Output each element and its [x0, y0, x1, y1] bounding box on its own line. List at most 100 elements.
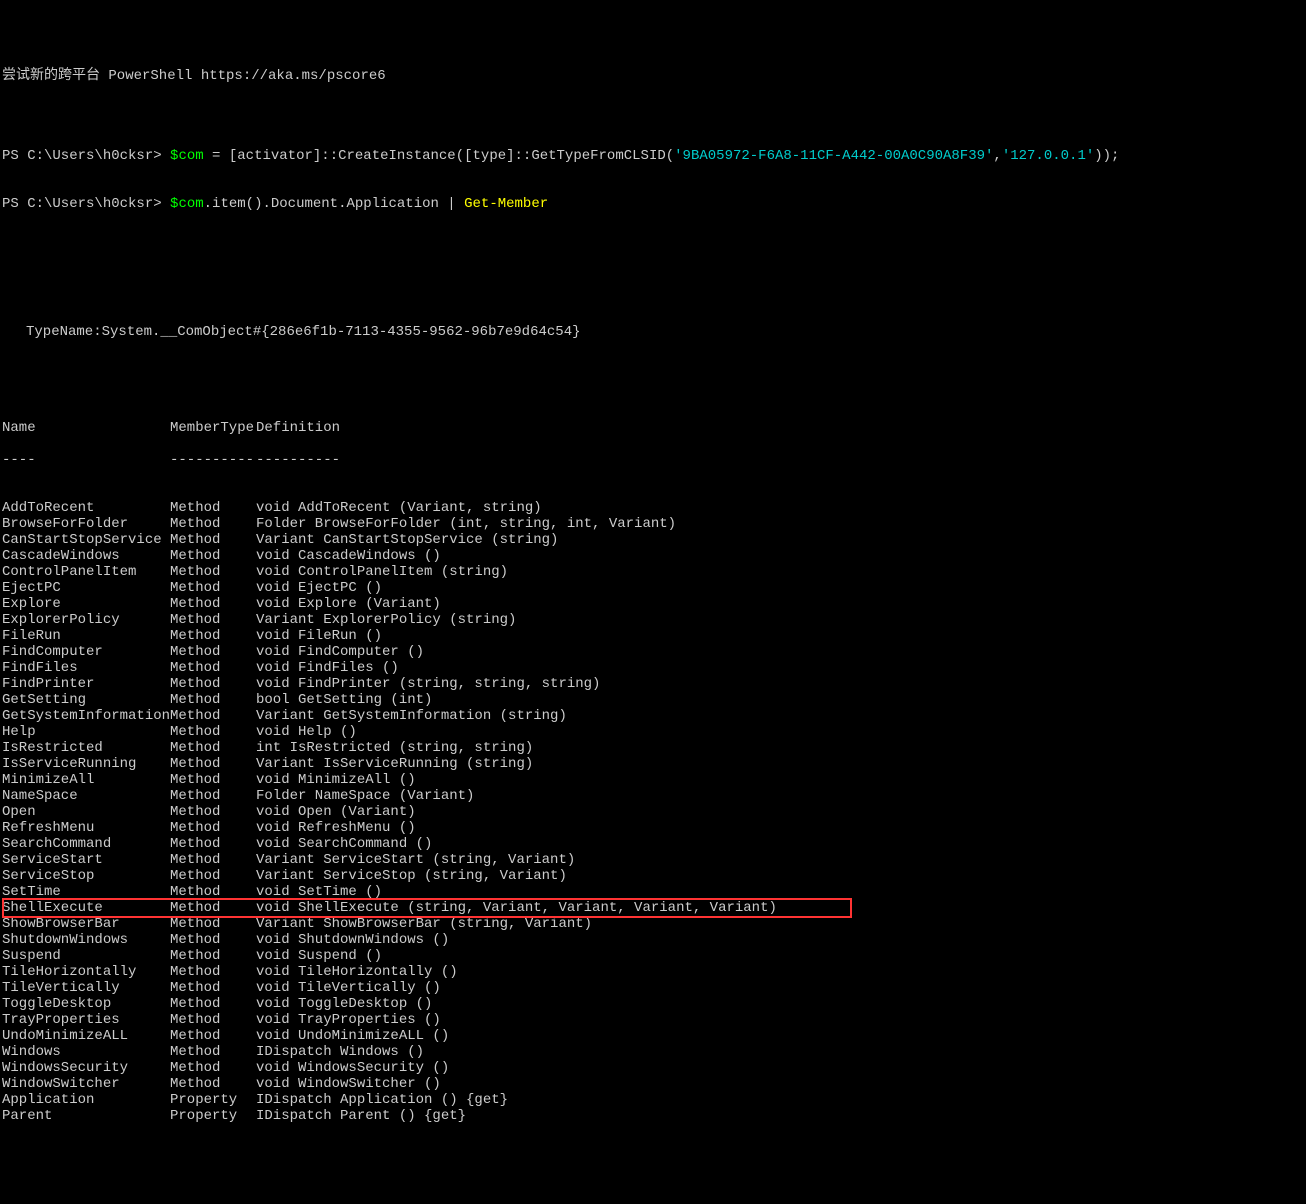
member-definition: Variant GetSystemInformation (string) [256, 708, 567, 724]
table-row: MinimizeAllMethodvoid MinimizeAll () [2, 772, 1304, 788]
member-definition: void Help () [256, 724, 357, 740]
member-name: GetSystemInformation [2, 708, 170, 724]
table-row: IsServiceRunningMethodVariant IsServiceR… [2, 756, 1304, 772]
table-row: UndoMinimizeALLMethodvoid UndoMinimizeAL… [2, 1028, 1304, 1044]
member-name: Suspend [2, 948, 170, 964]
table-row: CanStartStopServiceMethodVariant CanStar… [2, 532, 1304, 548]
member-definition: Variant ServiceStart (string, Variant) [256, 852, 575, 868]
member-name: Explore [2, 596, 170, 612]
dash-type: ---------- [170, 452, 256, 468]
member-definition: void ShutdownWindows () [256, 932, 449, 948]
member-type: Method [170, 516, 256, 532]
table-row: OpenMethodvoid Open (Variant) [2, 804, 1304, 820]
member-type: Method [170, 740, 256, 756]
member-type: Method [170, 612, 256, 628]
member-name: CanStartStopService [2, 532, 170, 548]
member-type: Method [170, 628, 256, 644]
member-name: BrowseForFolder [2, 516, 170, 532]
table-row: FindComputerMethodvoid FindComputer () [2, 644, 1304, 660]
member-definition: void CascadeWindows () [256, 548, 441, 564]
table-row: SuspendMethodvoid Suspend () [2, 948, 1304, 964]
member-definition: void EjectPC () [256, 580, 382, 596]
member-type: Method [170, 980, 256, 996]
member-definition: void Open (Variant) [256, 804, 416, 820]
table-row: AddToRecentMethodvoid AddToRecent (Varia… [2, 500, 1304, 516]
table-row: GetSettingMethodbool GetSetting (int) [2, 692, 1304, 708]
member-type: Method [170, 916, 256, 932]
table-row: FindPrinterMethodvoid FindPrinter (strin… [2, 676, 1304, 692]
member-name: ExplorerPolicy [2, 612, 170, 628]
member-type: Method [170, 708, 256, 724]
table-dash-row: ------------------------ [2, 452, 1304, 468]
table-row: GetSystemInformationMethodVariant GetSys… [2, 708, 1304, 724]
member-definition: void ControlPanelItem (string) [256, 564, 508, 580]
member-table-body: AddToRecentMethodvoid AddToRecent (Varia… [2, 500, 1304, 1124]
member-name: FindPrinter [2, 676, 170, 692]
member-definition: Variant IsServiceRunning (string) [256, 756, 533, 772]
member-type: Method [170, 548, 256, 564]
member-definition: void WindowsSecurity () [256, 1060, 449, 1076]
member-type: Method [170, 756, 256, 772]
member-type: Method [170, 532, 256, 548]
command-line-2[interactable]: PS C:\Users\h0cksr> $com.item().Document… [2, 196, 1304, 212]
member-definition: void WindowSwitcher () [256, 1076, 441, 1092]
member-definition: void ShellExecute (string, Variant, Vari… [256, 900, 777, 916]
member-definition: void UndoMinimizeALL () [256, 1028, 449, 1044]
member-name: Windows [2, 1044, 170, 1060]
member-type: Method [170, 500, 256, 516]
header-def: Definition [256, 420, 340, 436]
table-header-row: NameMemberTypeDefinition [2, 420, 1304, 436]
member-definition: bool GetSetting (int) [256, 692, 432, 708]
table-row: ParentPropertyIDispatch Parent () {get} [2, 1108, 1304, 1124]
member-type: Method [170, 1076, 256, 1092]
member-definition: IDispatch Parent () {get} [256, 1108, 466, 1124]
member-type: Method [170, 1012, 256, 1028]
member-definition: Variant CanStartStopService (string) [256, 532, 558, 548]
blank-line [2, 100, 1304, 116]
member-name: MinimizeAll [2, 772, 170, 788]
ps-code: [activator]::CreateInstance([type]::GetT… [229, 148, 674, 164]
member-definition: Folder NameSpace (Variant) [256, 788, 474, 804]
ps-operator: = [204, 148, 229, 164]
member-name: ToggleDesktop [2, 996, 170, 1012]
ps-chain: .item().Document.Application | [204, 196, 464, 212]
member-name: GetSetting [2, 692, 170, 708]
table-row: ExplorerPolicyMethodVariant ExplorerPoli… [2, 612, 1304, 628]
table-row: TileHorizontallyMethodvoid TileHorizonta… [2, 964, 1304, 980]
member-name: FindComputer [2, 644, 170, 660]
ps-string: '9BA05972-F6A8-11CF-A442-00A0C90A8F39' [674, 148, 993, 164]
table-row: EjectPCMethodvoid EjectPC () [2, 580, 1304, 596]
member-definition: Variant ServiceStop (string, Variant) [256, 868, 567, 884]
table-row: ShowBrowserBarMethodVariant ShowBrowserB… [2, 916, 1304, 932]
member-definition: void Explore (Variant) [256, 596, 441, 612]
ps-suffix: )); [1094, 148, 1119, 164]
ps-cmdlet: Get-Member [464, 196, 548, 212]
member-name: WindowsSecurity [2, 1060, 170, 1076]
member-type: Method [170, 772, 256, 788]
member-name: NameSpace [2, 788, 170, 804]
header-type: MemberType [170, 420, 256, 436]
member-name: Open [2, 804, 170, 820]
table-row: IsRestrictedMethodint IsRestricted (stri… [2, 740, 1304, 756]
table-row: NameSpaceMethodFolder NameSpace (Variant… [2, 788, 1304, 804]
member-definition: void FindPrinter (string, string, string… [256, 676, 600, 692]
table-row: WindowsSecurityMethodvoid WindowsSecurit… [2, 1060, 1304, 1076]
table-row: WindowSwitcherMethodvoid WindowSwitcher … [2, 1076, 1304, 1092]
prompt-path: PS C:\Users\h0cksr> [2, 196, 162, 212]
member-name: TileVertically [2, 980, 170, 996]
member-definition: IDispatch Application () {get} [256, 1092, 508, 1108]
member-definition: void SetTime () [256, 884, 382, 900]
member-definition: void FindComputer () [256, 644, 424, 660]
member-definition: void Suspend () [256, 948, 382, 964]
table-row: FindFilesMethodvoid FindFiles () [2, 660, 1304, 676]
member-type: Method [170, 644, 256, 660]
member-type: Method [170, 788, 256, 804]
member-type: Method [170, 692, 256, 708]
member-type: Method [170, 804, 256, 820]
member-definition: void TileVertically () [256, 980, 441, 996]
ps-string: '127.0.0.1' [1002, 148, 1094, 164]
member-name: Parent [2, 1108, 170, 1124]
member-definition: Variant ExplorerPolicy (string) [256, 612, 516, 628]
member-definition: void ToggleDesktop () [256, 996, 432, 1012]
command-line-1[interactable]: PS C:\Users\h0cksr> $com = [activator]::… [2, 148, 1304, 164]
